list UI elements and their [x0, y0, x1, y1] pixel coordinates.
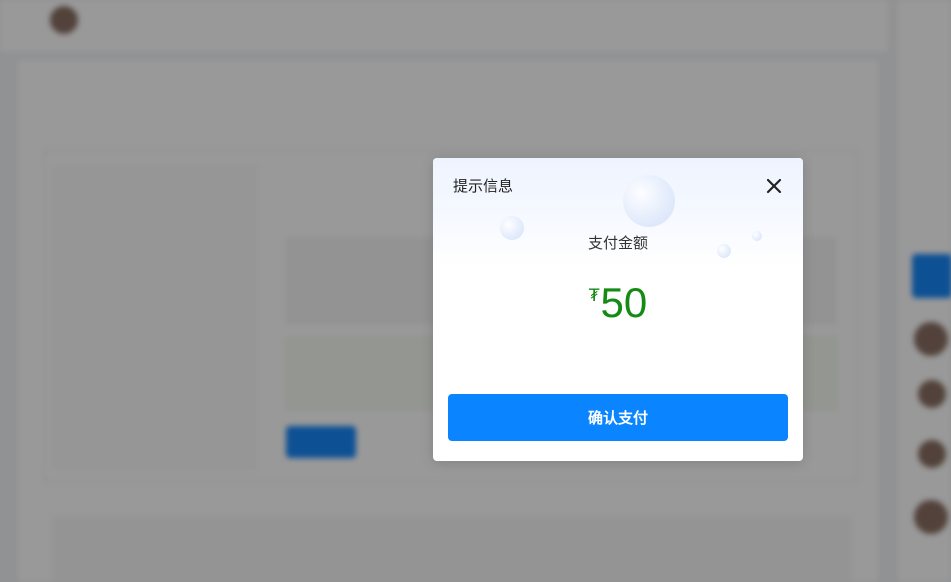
- dialog-title: 提示信息: [453, 177, 514, 195]
- amount-value: 50: [600, 279, 648, 326]
- amount-label: 支付金额: [587, 234, 648, 252]
- close-icon-glyph: [766, 178, 782, 194]
- decor-bubble: [623, 175, 675, 227]
- confirm-payment-button[interactable]: 确认支付: [448, 394, 788, 441]
- payment-dialog: 提示信息 支付金额 ₮50 确认支付: [433, 158, 803, 461]
- payment-amount: ₮50: [433, 282, 803, 324]
- close-icon[interactable]: [763, 175, 785, 197]
- currency-symbol: ₮: [588, 286, 600, 306]
